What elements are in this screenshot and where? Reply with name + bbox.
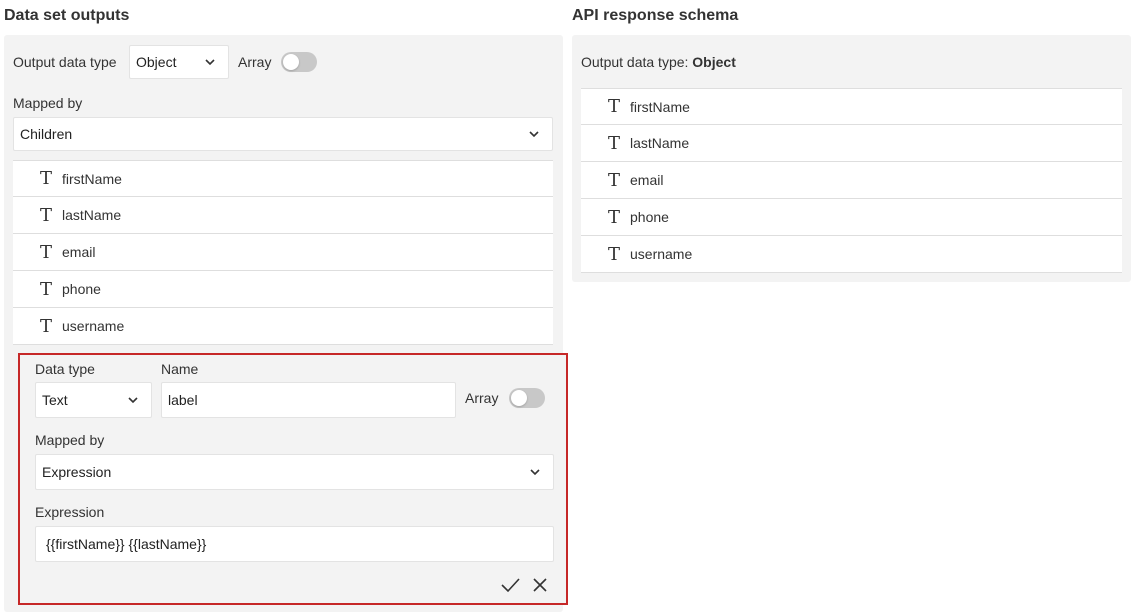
list-item[interactable]: T username <box>581 236 1122 273</box>
field-name: firstName <box>62 170 122 187</box>
api-response-schema-panel: Output data type: Object T firstName T l… <box>572 35 1131 282</box>
text-type-icon: T <box>608 169 621 191</box>
data-set-outputs-title: Data set outputs <box>4 7 130 24</box>
list-item[interactable]: T phone <box>581 199 1122 236</box>
list-item[interactable]: T firstName <box>13 160 553 197</box>
chevron-down-icon <box>128 397 138 404</box>
data-type-label: Data type <box>35 361 95 377</box>
field-name: username <box>62 318 125 334</box>
expression-label: Expression <box>35 504 105 520</box>
field-name: username <box>630 246 693 262</box>
array-label: Array <box>238 54 272 70</box>
output-data-type-label: Output data type <box>13 54 117 70</box>
list-item[interactable]: T firstName <box>581 88 1122 125</box>
list-item[interactable]: T email <box>581 162 1122 199</box>
editor-array-label: Array <box>465 390 499 406</box>
name-label: Name <box>161 361 199 377</box>
list-item[interactable]: T username <box>13 308 553 345</box>
name-input[interactable]: label <box>161 382 456 418</box>
field-name: email <box>62 244 96 260</box>
field-name: lastName <box>62 207 122 223</box>
array-toggle[interactable] <box>281 52 317 72</box>
mapped-by-select[interactable]: Children <box>13 117 553 151</box>
data-type-select[interactable]: Text <box>35 382 152 418</box>
text-type-icon: T <box>608 206 621 228</box>
editor-mapped-by-select[interactable]: Expression <box>35 454 554 490</box>
expression-input-value: {{firstName}} {{lastName}} <box>46 536 207 552</box>
text-type-icon: T <box>40 241 53 263</box>
text-type-icon: T <box>40 204 53 226</box>
field-name: firstName <box>630 98 690 115</box>
text-type-icon: T <box>608 132 621 154</box>
text-type-icon: T <box>40 168 53 189</box>
cancel-close-icon[interactable] <box>530 575 550 595</box>
chevron-down-icon <box>530 469 540 476</box>
text-type-icon: T <box>608 96 621 117</box>
text-type-icon: T <box>40 315 53 337</box>
output-fields-list: T firstName T lastName T email T phone T… <box>13 160 553 345</box>
api-response-schema-title: API response schema <box>572 7 739 24</box>
mapped-by-label: Mapped by <box>13 95 83 111</box>
field-name: phone <box>62 281 101 297</box>
schema-output-type: Output data type: Object <box>581 54 736 70</box>
output-data-type-select[interactable]: Object <box>129 45 229 79</box>
field-name: email <box>630 172 664 188</box>
schema-fields-list: T firstName T lastName T email T phone T… <box>581 88 1122 273</box>
editor-mapped-by-label: Mapped by <box>35 432 105 448</box>
data-type-value: Text <box>42 392 68 408</box>
field-name: lastName <box>630 135 690 151</box>
text-type-icon: T <box>608 243 621 265</box>
schema-output-type-label: Output data type: <box>581 54 693 70</box>
editor-array-toggle[interactable] <box>509 388 545 408</box>
text-type-icon: T <box>40 278 53 300</box>
mapped-by-value: Children <box>20 126 73 142</box>
chevron-down-icon <box>529 131 539 138</box>
chevron-down-icon <box>205 59 215 66</box>
list-item[interactable]: T email <box>13 234 553 271</box>
list-item[interactable]: T phone <box>13 271 553 308</box>
field-editor: Data type Text Name label Array Mapped b… <box>18 353 568 605</box>
editor-mapped-by-value: Expression <box>42 464 112 480</box>
expression-input[interactable]: {{firstName}} {{lastName}} <box>35 526 554 562</box>
field-name: phone <box>630 209 669 225</box>
confirm-check-icon[interactable] <box>500 575 520 595</box>
list-item[interactable]: T lastName <box>13 197 553 234</box>
list-item[interactable]: T lastName <box>581 125 1122 162</box>
output-data-type-value: Object <box>136 54 177 70</box>
name-input-value: label <box>168 392 198 408</box>
schema-output-type-value: Object <box>692 54 736 70</box>
